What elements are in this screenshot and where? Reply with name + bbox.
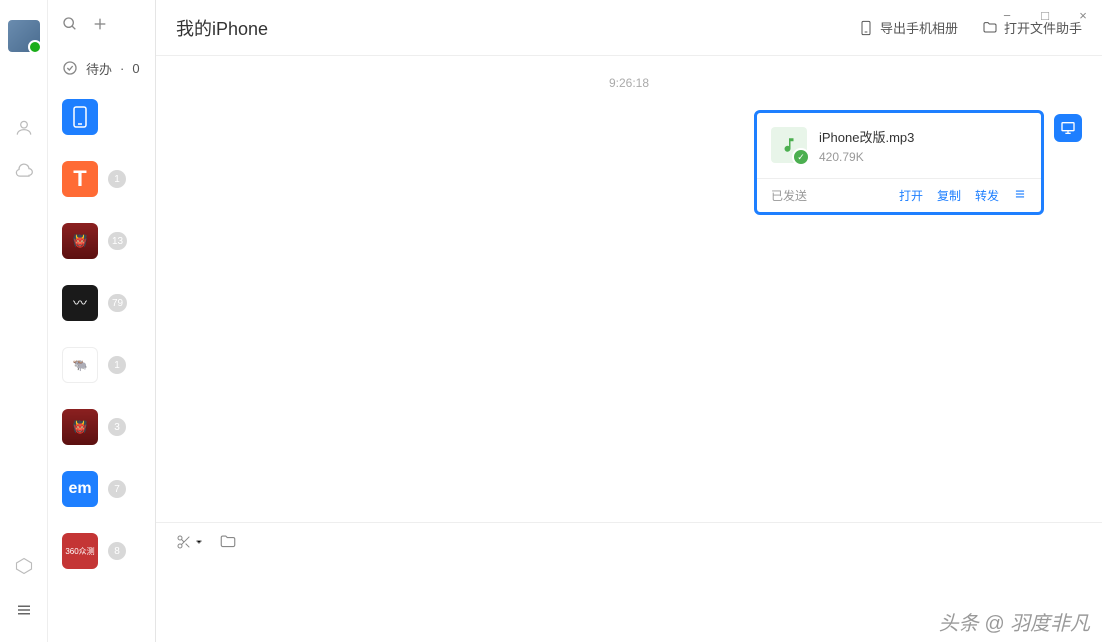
contacts-panel: 待办 · 0 T 1 👹 13 〰 79 🐃 [48, 0, 156, 642]
file-forward-button[interactable]: 转发 [975, 187, 999, 204]
contact-item[interactable]: 👹 13 [48, 210, 155, 272]
unread-badge: 3 [108, 418, 126, 436]
search-icon[interactable] [62, 16, 78, 35]
monitor-icon [1060, 120, 1076, 136]
todo-label: 待办 [86, 59, 112, 78]
file-copy-button[interactable]: 复制 [937, 187, 961, 204]
chat-input-area[interactable] [156, 522, 1102, 642]
input-toolbar [176, 533, 1082, 551]
nav-rail [0, 0, 48, 642]
maximize-button[interactable]: □ [1026, 0, 1064, 30]
cloud-tab-icon[interactable] [12, 160, 36, 184]
todo-row[interactable]: 待办 · 0 [48, 50, 155, 86]
check-circle-icon [62, 60, 78, 76]
chat-body: 9:26:18 iPhone改版.mp3 420.79K 已发送 [156, 56, 1102, 522]
scissors-icon[interactable] [176, 533, 203, 551]
unread-badge: 79 [108, 294, 127, 312]
contact-item[interactable]: 〰 79 [48, 272, 155, 334]
contact-avatar: 🐃 [62, 347, 98, 383]
chat-tab-icon[interactable] [12, 72, 36, 96]
todo-count: 0 [132, 61, 139, 76]
chat-title: 我的iPhone [176, 15, 858, 41]
phone-icon [62, 99, 98, 135]
contact-avatar: 👹 [62, 223, 98, 259]
contact-item[interactable]: em 7 [48, 458, 155, 520]
contact-avatar: 👹 [62, 409, 98, 445]
music-file-icon [771, 127, 807, 163]
contact-avatar: T [62, 161, 98, 197]
file-open-button[interactable]: 打开 [899, 187, 923, 204]
apps-icon[interactable] [12, 554, 36, 578]
contact-avatar: em [62, 471, 98, 507]
app-root: 待办 · 0 T 1 👹 13 〰 79 🐃 [0, 0, 1102, 642]
contacts-tab-icon[interactable] [12, 116, 36, 140]
contact-avatar: 360众测 [62, 533, 98, 569]
file-info: iPhone改版.mp3 420.79K [819, 127, 1027, 164]
export-icon [858, 20, 874, 36]
contacts-header [48, 0, 155, 50]
file-message-card[interactable]: iPhone改版.mp3 420.79K 已发送 打开 复制 转发 [754, 110, 1044, 215]
contact-item[interactable]: T 1 [48, 148, 155, 210]
file-name: iPhone改版.mp3 [819, 127, 1027, 146]
message-row: iPhone改版.mp3 420.79K 已发送 打开 复制 转发 [176, 110, 1082, 215]
menu-icon[interactable] [12, 598, 36, 622]
close-button[interactable]: × [1064, 0, 1102, 30]
main-panel: − □ × 我的iPhone 导出手机相册 打开文件助手 9:26:18 [156, 0, 1102, 642]
unread-badge: 1 [108, 170, 126, 188]
file-status: 已发送 [771, 187, 885, 204]
unread-badge: 8 [108, 542, 126, 560]
unread-badge: 1 [108, 356, 126, 374]
chevron-down-icon [195, 538, 203, 546]
export-album-button[interactable]: 导出手机相册 [858, 18, 958, 37]
file-card-actions: 已发送 打开 复制 转发 [757, 179, 1041, 212]
add-icon[interactable] [92, 16, 108, 35]
contact-avatar: 〰 [62, 285, 98, 321]
file-more-icon[interactable] [1013, 187, 1027, 204]
file-size: 420.79K [819, 150, 1027, 164]
unread-badge: 7 [108, 480, 126, 498]
unread-badge: 13 [108, 232, 127, 250]
sender-avatar[interactable] [1054, 114, 1082, 142]
contact-item[interactable]: 360众测 8 [48, 520, 155, 582]
user-avatar[interactable] [8, 20, 40, 52]
contact-list: T 1 👹 13 〰 79 🐃 1 👹 3 em 7 [48, 86, 155, 642]
chat-header: 我的iPhone 导出手机相册 打开文件助手 [156, 0, 1102, 56]
contact-item[interactable]: 👹 3 [48, 396, 155, 458]
contact-item[interactable]: 🐃 1 [48, 334, 155, 396]
window-controls: − □ × [988, 0, 1102, 30]
folder-tool-icon[interactable] [219, 533, 237, 551]
file-card-top: iPhone改版.mp3 420.79K [757, 113, 1041, 179]
contact-item-phone[interactable] [48, 86, 155, 148]
minimize-button[interactable]: − [988, 0, 1026, 30]
message-timestamp: 9:26:18 [176, 76, 1082, 90]
